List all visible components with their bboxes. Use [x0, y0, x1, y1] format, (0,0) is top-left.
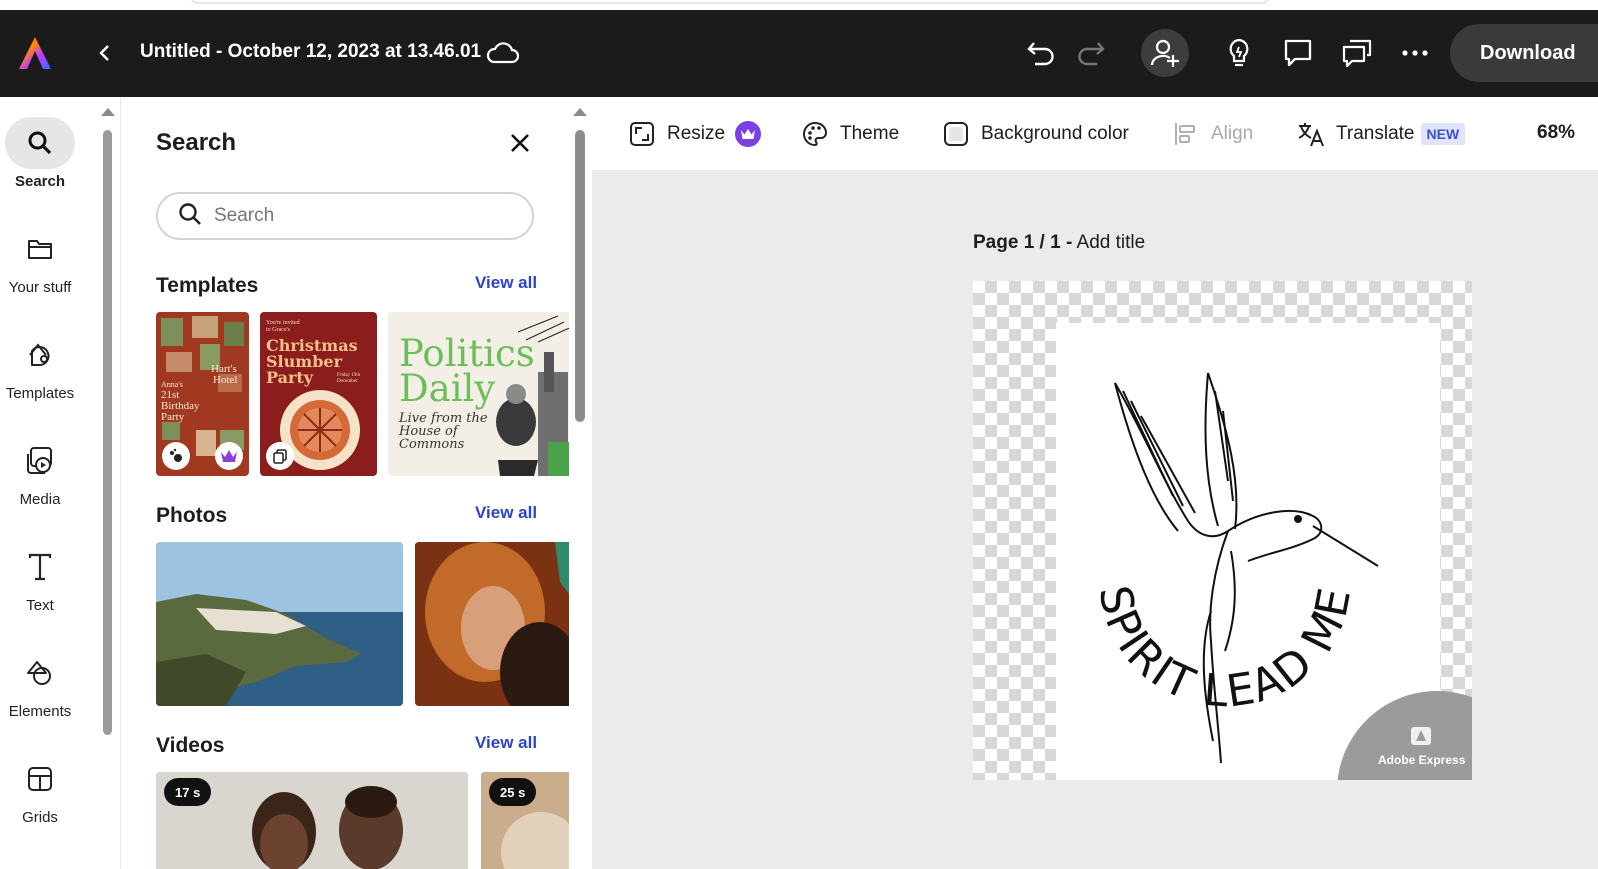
add-page-title[interactable]: Add title [1077, 232, 1146, 253]
photo-portrait[interactable] [415, 542, 569, 706]
back-icon[interactable] [92, 40, 118, 66]
rail-item-your-stuff[interactable]: Your stuff [0, 223, 80, 296]
browser-top-strip [0, 0, 1598, 10]
rail-label: Elements [8, 703, 72, 720]
download-button[interactable]: Download [1450, 24, 1598, 82]
photo-coastal-town[interactable] [156, 542, 403, 706]
rail-item-search[interactable]: Search [0, 117, 80, 190]
palette-icon [801, 120, 829, 148]
close-icon[interactable] [506, 129, 534, 157]
background-color-icon [942, 120, 970, 148]
align-left-icon [1172, 120, 1200, 148]
resize-button[interactable]: Resize [628, 119, 762, 149]
photos-heading: Photos [156, 504, 228, 527]
search-panel: Search Templates View all Anna's 21st Bi… [121, 97, 569, 869]
share-review-icon[interactable] [1339, 36, 1375, 70]
comment-icon[interactable] [1281, 36, 1315, 70]
watermark-text: Adobe Express [1378, 753, 1466, 767]
video-duration-badge: 17 s [164, 778, 212, 806]
template-text: Party [161, 411, 185, 423]
panel-title: Search [156, 129, 237, 156]
rail-item-templates[interactable]: Templates [0, 329, 80, 402]
media-icon [5, 435, 75, 487]
rail-label: Text [26, 597, 54, 614]
redo-icon[interactable] [1074, 36, 1108, 70]
theme-button[interactable]: Theme [801, 119, 899, 149]
adobe-express-watermark-icon [1411, 727, 1431, 750]
videos-heading: Videos [156, 734, 225, 757]
svg-text:Commons: Commons [399, 437, 465, 452]
svg-text:Friday 19th: Friday 19th [337, 373, 361, 378]
undo-icon[interactable] [1024, 36, 1058, 70]
video-card[interactable]: 25 s [481, 772, 569, 869]
svg-text:to Grace's: to Grace's [266, 327, 291, 333]
rail-label: Grids [22, 809, 58, 826]
svg-text:You're invited: You're invited [266, 320, 300, 326]
premium-crown-icon [735, 121, 762, 147]
svg-text:Party: Party [266, 368, 314, 387]
elements-icon [5, 647, 75, 699]
template-text: Daily [399, 367, 495, 410]
template-text: Anna's [161, 380, 183, 389]
left-rail: Search Your stuff Templates Media Text E… [0, 97, 96, 869]
invite-button[interactable] [1141, 29, 1189, 77]
search-icon [5, 117, 75, 169]
search-icon [178, 202, 202, 231]
canvas-toolbar: Resize Theme Background color Align Tran… [592, 97, 1598, 170]
search-field[interactable] [156, 192, 534, 240]
rail-label: Templates [5, 385, 75, 402]
videos-view-all-link[interactable]: View all [475, 733, 537, 753]
rail-label: Your stuff [8, 279, 72, 296]
video-duration-badge: 25 s [489, 778, 537, 806]
background-color-button[interactable]: Background color [942, 119, 1129, 149]
rail-item-media[interactable]: Media [0, 435, 80, 508]
background-color-label: Background color [981, 123, 1129, 144]
template-text: Hotel [213, 374, 237, 386]
page-label: Page 1 / 1 - Add title [973, 232, 1145, 254]
adobe-express-logo[interactable] [14, 32, 56, 74]
artboard[interactable]: SPIRIT LEAD ME Adobe Express [973, 281, 1472, 780]
search-input[interactable] [214, 205, 514, 227]
panel-scrollbar[interactable] [571, 108, 589, 869]
templates-heading: Templates [156, 274, 259, 297]
align-label: Align [1211, 123, 1254, 144]
rail-label: Search [14, 173, 66, 190]
rail-scrollbar[interactable] [100, 108, 118, 748]
theme-label: Theme [840, 123, 900, 144]
photos-view-all-link[interactable]: View all [475, 503, 537, 523]
svg-text:December: December [337, 379, 358, 384]
text-icon [5, 541, 75, 593]
animated-icon [162, 442, 190, 470]
translate-icon [1297, 120, 1325, 148]
resize-label: Resize [667, 123, 726, 144]
document-title[interactable]: Untitled - October 12, 2023 at 13.46.01 [140, 41, 481, 63]
more-options-icon[interactable] [1398, 40, 1432, 66]
rail-item-elements[interactable]: Elements [0, 647, 80, 720]
video-card[interactable]: 17 s [156, 772, 468, 869]
rail-item-text[interactable]: Text [0, 541, 80, 614]
translate-label: Translate [1336, 123, 1415, 144]
rail-item-grids[interactable]: Grids [0, 753, 80, 826]
folder-icon [5, 223, 75, 275]
new-badge: NEW [1420, 123, 1466, 145]
templates-icon [5, 329, 75, 381]
zoom-level[interactable]: 68% [1537, 122, 1575, 144]
template-card-politics[interactable]: Politics Daily Live from the House of Co… [388, 312, 569, 476]
premium-crown-icon [215, 442, 243, 470]
resize-icon [628, 120, 656, 148]
lightbulb-icon[interactable] [1223, 36, 1255, 70]
align-button[interactable]: Align [1172, 119, 1253, 149]
template-card-christmas[interactable]: You're invited to Grace's Christmas Slum… [260, 312, 377, 476]
translate-button[interactable]: Translate NEW [1297, 119, 1466, 149]
page-number: Page 1 / 1 - [973, 232, 1073, 253]
app-header: Untitled - October 12, 2023 at 13.46.01 … [0, 10, 1598, 97]
templates-view-all-link[interactable]: View all [475, 273, 537, 293]
rail-label: Media [19, 491, 61, 508]
template-card-birthday[interactable]: Anna's 21st Birthday Party Hart's Hotel [156, 312, 249, 476]
cloud-sync-icon[interactable] [482, 38, 522, 68]
grids-icon [5, 753, 75, 805]
add-person-icon [1150, 38, 1180, 68]
multi-page-icon [266, 442, 294, 470]
